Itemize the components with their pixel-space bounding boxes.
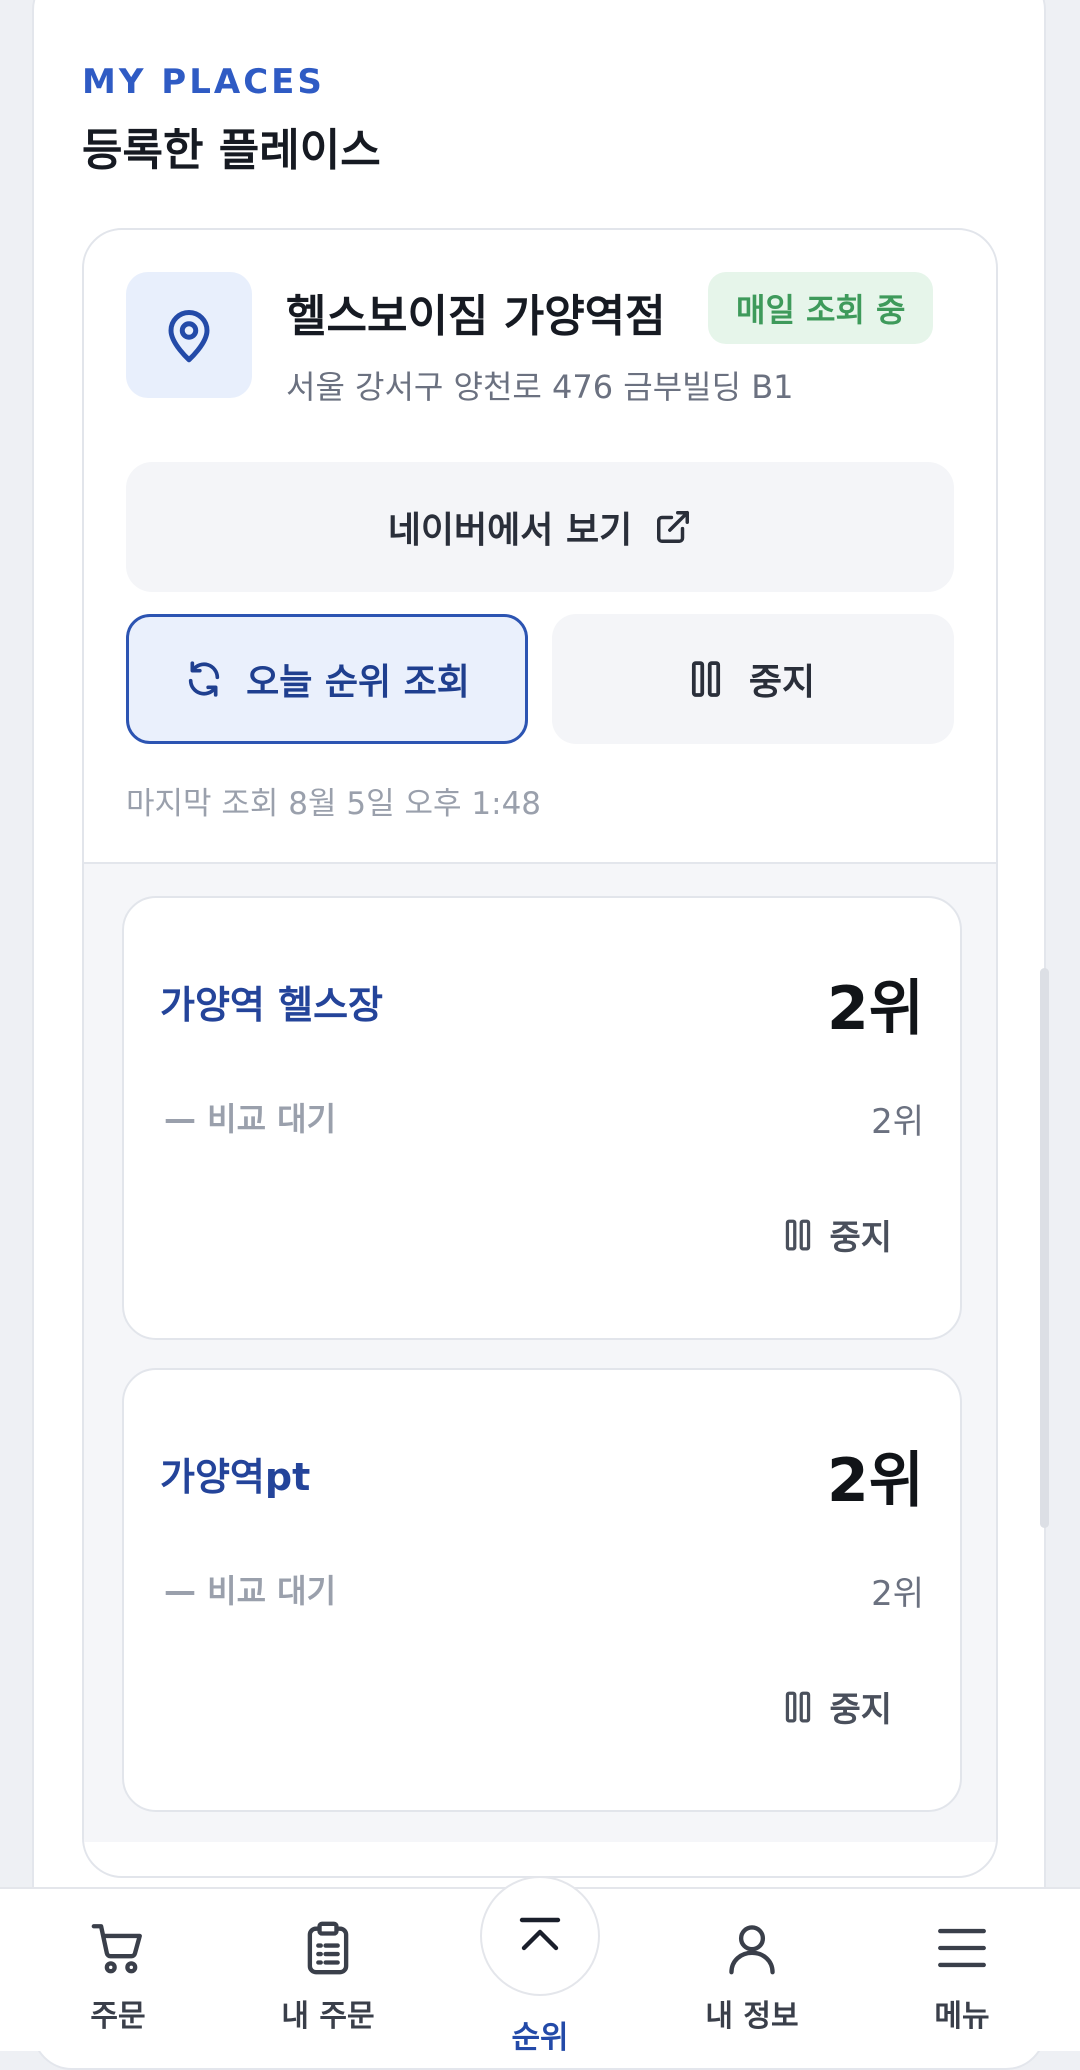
menu-icon bbox=[938, 1928, 986, 1968]
pause-icon bbox=[691, 661, 720, 697]
tab-order-label: 주문 bbox=[90, 1999, 146, 2034]
tab-my-info[interactable]: 내 정보 bbox=[652, 1919, 852, 2035]
refresh-icon bbox=[188, 661, 220, 697]
place-card: 헬스보이짐 가양역점 매일 조회 중 서울 강서구 양천로 476 금부빌딩 B… bbox=[82, 228, 998, 1878]
chevron-up-icon bbox=[519, 1917, 561, 1951]
tab-my-orders[interactable]: 내 주문 bbox=[228, 1919, 428, 2035]
keyword-previous-rank: 2위 bbox=[871, 1102, 924, 1142]
status-badge: 매일 조회 중 bbox=[708, 272, 934, 344]
refresh-rank-label: 오늘 순위 조회 bbox=[246, 662, 470, 703]
keyword-stop-label: 중지 bbox=[829, 1690, 892, 1730]
keyword-name: 가양역 헬스장 bbox=[160, 983, 383, 1027]
stop-all-label: 중지 bbox=[748, 662, 816, 703]
tab-rank[interactable] bbox=[480, 1876, 600, 1996]
tab-my-info-label: 내 정보 bbox=[705, 1999, 799, 2034]
keyword-compare-status: — 비교 대기 bbox=[164, 1572, 337, 1610]
keyword-stop-button[interactable]: 중지 bbox=[785, 1682, 892, 1731]
tab-menu[interactable]: 메뉴 bbox=[862, 1919, 1062, 2035]
map-pin-icon bbox=[168, 310, 210, 363]
view-on-naver-button[interactable]: 네이버에서 보기 bbox=[126, 462, 954, 592]
place-address: 서울 강서구 양천로 476 금부빌딩 B1 bbox=[286, 368, 794, 406]
keyword-compare-status: — 비교 대기 bbox=[164, 1100, 337, 1138]
scrollbar[interactable] bbox=[1040, 968, 1049, 1528]
keyword-card: 가양역 헬스장 2위 — 비교 대기 2위 중지 bbox=[122, 896, 962, 1340]
section-eyebrow: MY PLACES bbox=[82, 62, 325, 102]
keywords-area: 가양역 헬스장 2위 — 비교 대기 2위 중지 가양역pt 2위 — 비교 대… bbox=[84, 862, 996, 1842]
keyword-name: 가양역pt bbox=[160, 1455, 311, 1499]
last-checked-text: 마지막 조회 8월 5일 오후 1:48 bbox=[126, 786, 542, 822]
place-pin-tile bbox=[126, 272, 252, 398]
tab-rank-label[interactable]: 순위 bbox=[440, 2012, 640, 2057]
place-name: 헬스보이짐 가양역점 bbox=[286, 291, 666, 342]
user-icon bbox=[729, 1925, 775, 1975]
view-on-naver-label: 네이버에서 보기 bbox=[387, 510, 633, 551]
clipboard-icon bbox=[307, 1921, 349, 1975]
keyword-card: 가양역pt 2위 — 비교 대기 2위 중지 bbox=[122, 1368, 962, 1812]
stop-all-button[interactable]: 중지 bbox=[552, 614, 954, 744]
keyword-stop-button[interactable]: 중지 bbox=[785, 1210, 892, 1259]
keyword-stop-label: 중지 bbox=[829, 1218, 892, 1258]
pause-icon bbox=[786, 1219, 811, 1250]
tab-order[interactable]: 주문 bbox=[18, 1919, 218, 2035]
tab-my-orders-label: 내 주문 bbox=[281, 1999, 375, 2034]
tab-menu-label: 메뉴 bbox=[934, 1999, 990, 2034]
pause-icon bbox=[786, 1691, 811, 1722]
keyword-rank: 2위 bbox=[827, 1446, 924, 1516]
cart-icon bbox=[91, 1924, 142, 1974]
external-link-icon bbox=[657, 511, 690, 543]
refresh-rank-button[interactable]: 오늘 순위 조회 bbox=[126, 614, 528, 744]
section-title: 등록한 플레이스 bbox=[82, 125, 381, 176]
keyword-previous-rank: 2위 bbox=[871, 1574, 924, 1614]
keyword-rank: 2위 bbox=[827, 974, 924, 1044]
